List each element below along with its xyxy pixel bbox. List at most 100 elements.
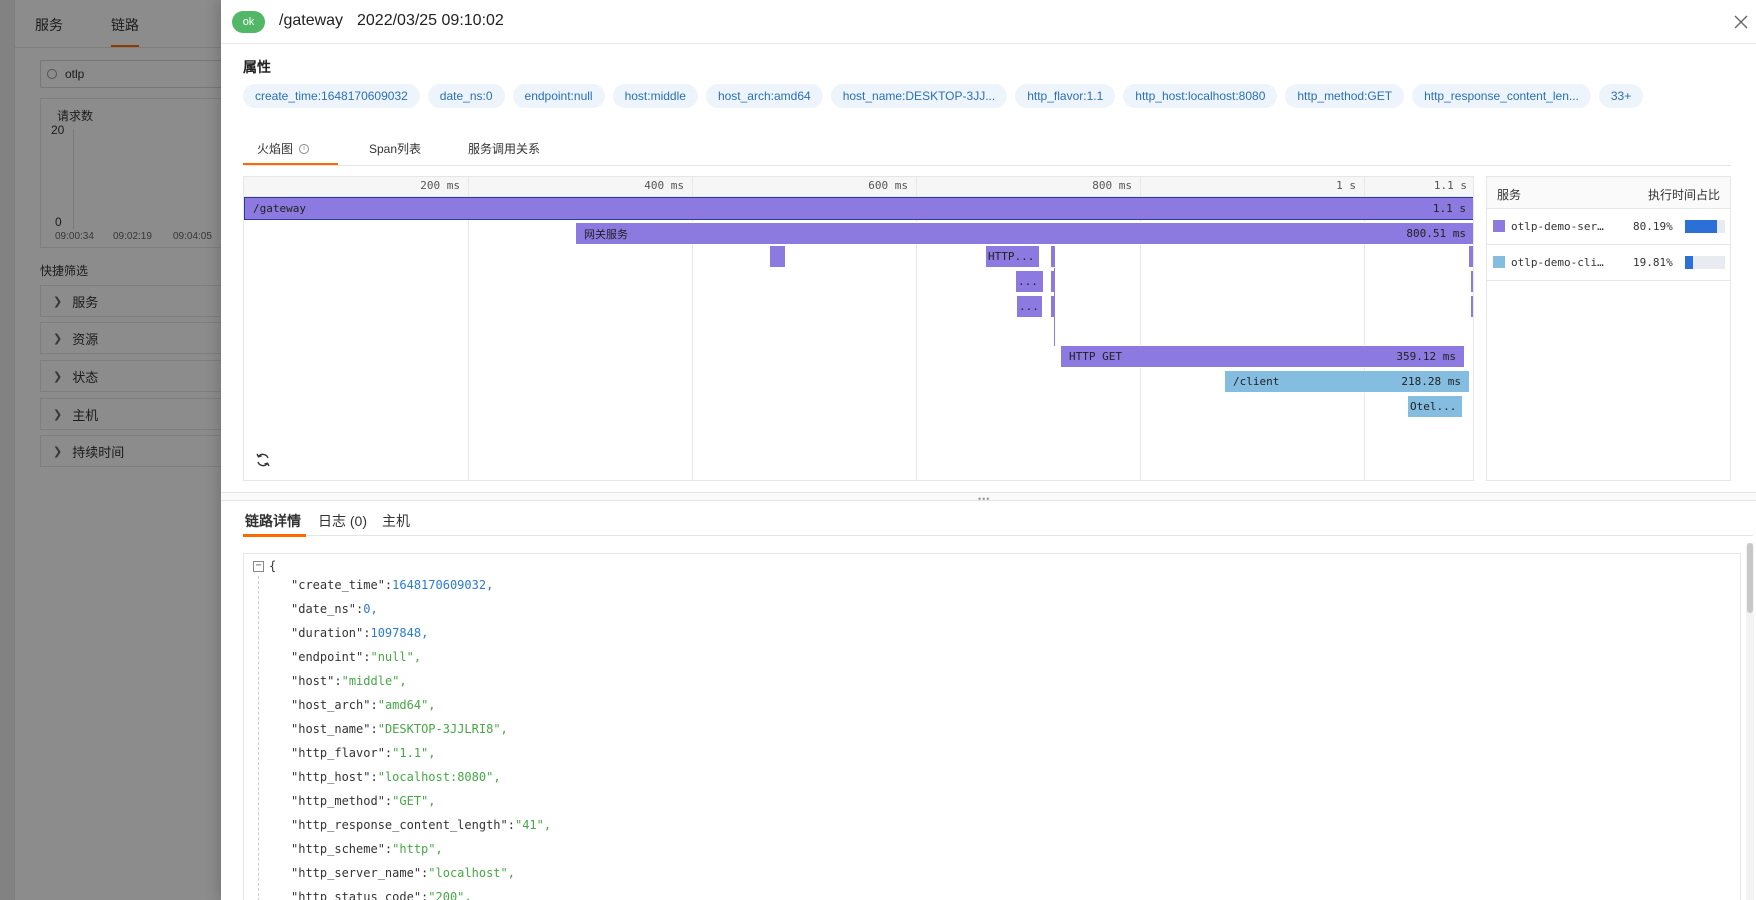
flame-span-sliver[interactable] — [1050, 245, 1056, 268]
json-value: "GET" — [392, 794, 429, 808]
tab-flamegraph[interactable]: 火焰图 i — [257, 140, 310, 157]
close-icon[interactable] — [1731, 12, 1751, 32]
json-line: "host":"middle", — [291, 674, 407, 688]
json-value: "null" — [370, 650, 414, 664]
tab-span-list[interactable]: Span列表 — [369, 140, 421, 157]
flame-span[interactable]: Otel... — [1407, 395, 1463, 418]
json-value: "amd64" — [377, 698, 429, 712]
service-row[interactable]: otlp-demo-cli… 19.81% — [1487, 245, 1730, 281]
flame-grid-line — [468, 177, 469, 480]
collapse-icon[interactable]: − — [253, 561, 264, 572]
flame-tick-label: 800 ms — [1092, 179, 1132, 192]
status-badge: ok — [232, 11, 265, 33]
json-key: "create_time" — [291, 578, 385, 592]
json-key: "endpoint" — [291, 650, 364, 664]
service-percent: 80.19% — [1633, 220, 1673, 233]
flame-tick-label: 1 s — [1336, 179, 1356, 192]
json-line: "http_host":"localhost:8080", — [291, 770, 501, 784]
flame-tick-label: 600 ms — [868, 179, 908, 192]
attribute-tag[interactable]: http_response_content_len... — [1412, 84, 1591, 108]
flame-span[interactable]: ... — [1015, 270, 1044, 293]
service-name: otlp-demo-ser… — [1511, 220, 1604, 233]
flame-span[interactable] — [769, 245, 786, 268]
json-value: 1648170609032 — [392, 578, 487, 592]
json-line: "http_server_name":"localhost", — [291, 866, 515, 880]
json-open-brace: { — [269, 559, 277, 573]
attribute-tag[interactable]: host_arch:amd64 — [705, 84, 823, 108]
tab-logs[interactable]: 日志 (0) — [318, 511, 367, 531]
json-value: 0 — [363, 602, 371, 616]
flame-span-sliver[interactable] — [1470, 295, 1473, 318]
flame-span-sliver[interactable] — [1050, 295, 1056, 318]
attributes-title: 属性 — [243, 59, 271, 75]
flame-connector — [1054, 268, 1055, 346]
more-tags-badge[interactable]: 33+ — [1598, 84, 1644, 108]
flame-span[interactable]: /client 218.28 ms — [1224, 370, 1470, 393]
json-line: "host_arch":"amd64", — [291, 698, 436, 712]
service-color-swatch — [1493, 256, 1505, 268]
flame-span-sliver[interactable] — [1468, 245, 1473, 268]
tab-active-underline — [243, 163, 338, 165]
json-line: "endpoint":"null", — [291, 650, 422, 664]
flame-span[interactable]: ... — [1016, 295, 1043, 318]
trace-time: 2022/03/25 09:10:02 — [357, 12, 504, 29]
json-value: "middle" — [341, 674, 400, 688]
attribute-tag[interactable]: host:middle — [612, 84, 698, 108]
json-line: "duration":1097848, — [291, 626, 429, 640]
service-row[interactable]: otlp-demo-ser… 80.19% — [1487, 209, 1730, 245]
service-name: otlp-demo-cli… — [1511, 256, 1604, 269]
flame-span[interactable]: HTTP... — [985, 245, 1040, 268]
flame-span[interactable]: /gateway 1.1 s — [244, 197, 1473, 220]
flame-span-sliver[interactable] — [1050, 270, 1056, 293]
service-color-swatch — [1493, 220, 1505, 232]
json-line: "http_status_code":"200", — [291, 890, 472, 900]
tab-label: Span列表 — [369, 142, 422, 156]
span-duration: 359.12 ms — [1396, 350, 1456, 363]
attribute-tag[interactable]: create_time:1648170609032 — [243, 84, 420, 108]
json-line: "host_name":"DESKTOP-3JJLRI8", — [291, 722, 508, 736]
json-line: "create_time":1648170609032, — [291, 578, 494, 592]
flame-span-sliver[interactable] — [1470, 270, 1473, 293]
attribute-tag[interactable]: http_flavor:1.1 — [1015, 84, 1116, 108]
service-percent: 19.81% — [1633, 256, 1673, 269]
json-value: "41" — [514, 818, 544, 832]
span-duration: 1.1 s — [1432, 202, 1466, 215]
detail-tabs: 链路详情 日志 (0) 主机 — [243, 502, 1753, 537]
json-viewer: − { "create_time":1648170609032, "date_ns… — [243, 553, 1741, 900]
attribute-tag[interactable]: host_name:DESKTOP-3JJ... — [830, 84, 1008, 108]
json-value: "200" — [428, 890, 465, 900]
json-key: "date_ns" — [291, 602, 357, 616]
tab-active-underline — [243, 534, 306, 537]
json-key: "duration" — [291, 626, 364, 640]
json-line: "http_flavor":"1.1", — [291, 746, 436, 760]
flame-tabs: 火焰图 i Span列表 服务调用关系 — [243, 138, 1731, 166]
tab-service-call-relation[interactable]: 服务调用关系 — [468, 140, 540, 157]
json-key: "http_status_code" — [291, 890, 422, 900]
service-ratio-fill — [1685, 256, 1693, 269]
flame-graph: 200 ms 400 ms 600 ms 800 ms 1 s 1.1 s/gateway… — [243, 176, 1474, 481]
flame-span[interactable]: HTTP GET 359.12 ms — [1060, 345, 1465, 368]
split-handle[interactable]: ••• — [221, 492, 1756, 504]
json-indent-guide — [258, 576, 259, 900]
attribute-tag[interactable]: http_host:localhost:8080 — [1123, 84, 1278, 108]
legend-header-service: 服务 — [1497, 188, 1522, 202]
tab-trace-detail[interactable]: 链路详情 — [245, 511, 301, 531]
attribute-tag[interactable]: date_ns:0 — [427, 84, 505, 108]
attribute-tag[interactable]: http_method:GET — [1285, 84, 1405, 108]
scrollbar-thumb[interactable] — [1747, 543, 1753, 613]
info-icon[interactable]: i — [299, 143, 310, 154]
flame-tick-label: 400 ms — [644, 179, 684, 192]
refresh-icon[interactable] — [255, 452, 271, 468]
trace-title: /gateway — [279, 12, 344, 29]
json-line: "http_method":"GET", — [291, 794, 436, 808]
attribute-tags: create_time:1648170609032 date_ns:0 endpoi… — [243, 84, 1644, 108]
attribute-tag[interactable]: endpoint:null — [512, 84, 605, 108]
json-line: "http_response_content_length":"41", — [291, 818, 552, 832]
json-value: "localhost" — [428, 866, 508, 880]
scrollbar[interactable] — [1746, 543, 1754, 900]
tab-host[interactable]: 主机 — [382, 511, 410, 531]
json-key: "host" — [291, 674, 335, 688]
json-key: "http_method" — [291, 794, 385, 808]
json-key: "http_server_name" — [291, 866, 422, 880]
flame-span[interactable]: 网关服务 800.51 ms — [575, 222, 1473, 245]
